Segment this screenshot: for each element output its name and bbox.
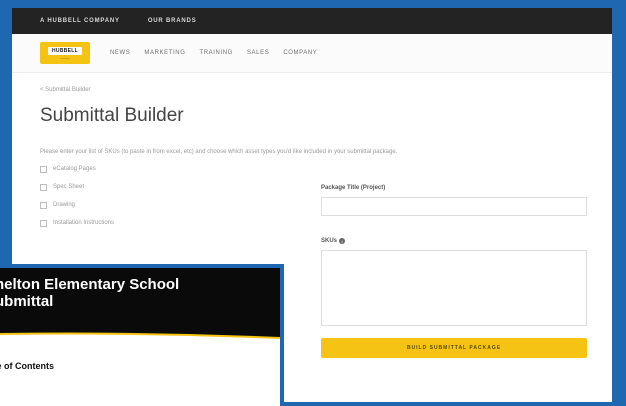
checkbox[interactable] <box>40 165 47 173</box>
document-title-line1: helton Elementary School <box>0 276 180 293</box>
doc-option-label: Installation Instructions <box>53 220 115 226</box>
skus-textarea[interactable] <box>321 250 587 326</box>
package-title-label: Package Title (Project) <box>321 185 587 191</box>
doc-option-label: eCatalog Pages <box>53 166 96 172</box>
logo-tagline-mark: ——— <box>60 55 70 60</box>
doc-option-label: Spec Sheet <box>53 184 85 190</box>
doc-option-installation[interactable]: Installation Instructions <box>40 214 114 232</box>
package-title-label-text: Package Title (Project) <box>321 185 386 191</box>
checkbox[interactable] <box>40 219 47 227</box>
submittal-form: Package Title (Project) SKUs i BUILD SUB… <box>321 185 587 358</box>
yellow-swoosh-decoration <box>0 332 280 342</box>
nav-menu: NEWS MARKETING TRAINING SALES COMPANY <box>110 50 317 56</box>
topbar-link-company[interactable]: A HUBBELL COMPANY <box>40 18 120 24</box>
nav-item-training[interactable]: TRAINING <box>199 50 232 56</box>
doc-option-ecatalog[interactable]: eCatalog Pages <box>40 160 114 178</box>
doc-option-label: Drawing <box>53 202 76 208</box>
document-type-list: eCatalog Pages Spec Sheet Drawing Instal… <box>40 160 114 232</box>
logo-text: HUBBELL <box>48 46 82 55</box>
main-navbar: HUBBELL ——— NEWS MARKETING TRAINING SALE… <box>12 34 612 73</box>
doc-option-drawing[interactable]: Drawing <box>40 196 114 214</box>
nav-item-news[interactable]: NEWS <box>110 50 130 56</box>
checkbox[interactable] <box>40 183 47 191</box>
checkbox[interactable] <box>40 201 47 209</box>
nav-item-company[interactable]: COMPANY <box>283 50 317 56</box>
document-header: helton Elementary School ubmittal <box>0 268 280 342</box>
topbar-link-brands[interactable]: OUR BRANDS <box>148 18 197 24</box>
instructions-text: Please enter your list of SKUs (to paste… <box>40 149 398 155</box>
table-of-contents-heading: le of Contents <box>0 361 54 371</box>
top-utility-bar: A HUBBELL COMPANY OUR BRANDS <box>12 8 612 34</box>
nav-item-marketing[interactable]: MARKETING <box>144 50 185 56</box>
skus-label-text: SKUs <box>321 238 338 244</box>
hubbell-logo[interactable]: HUBBELL ——— <box>40 42 90 64</box>
skus-label: SKUs i <box>321 238 587 244</box>
breadcrumb[interactable]: < Submittal Builder <box>40 87 612 93</box>
info-icon[interactable]: i <box>339 238 346 244</box>
package-title-input[interactable] <box>321 197 587 216</box>
nav-item-sales[interactable]: SALES <box>247 50 269 56</box>
main-content: < Submittal Builder Submittal Builder Pl… <box>12 87 612 155</box>
doc-option-spec-sheet[interactable]: Spec Sheet <box>40 178 114 196</box>
document-footer-marks <box>0 400 280 406</box>
submittal-document-preview: helton Elementary School ubmittal le of … <box>0 264 284 406</box>
build-submittal-button[interactable]: BUILD SUBMITTAL PACKAGE <box>321 338 587 358</box>
page-title: Submittal Builder <box>40 105 184 126</box>
document-title-line2: ubmittal <box>0 293 54 310</box>
